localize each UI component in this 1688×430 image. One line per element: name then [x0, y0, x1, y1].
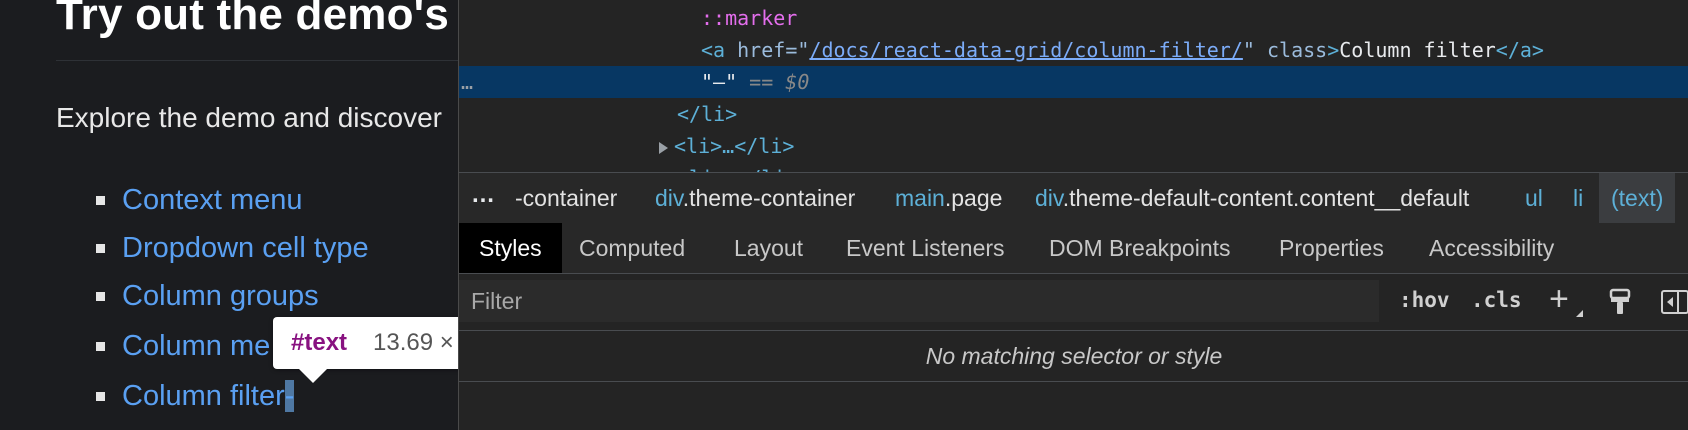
- tooltip-arrow: [299, 369, 327, 383]
- bullet: [96, 291, 105, 301]
- title-divider: [56, 60, 458, 61]
- console-reference: == $0: [749, 70, 810, 94]
- breadcrumb-item[interactable]: div.theme-container: [655, 185, 855, 212]
- sidebar-tabs: Styles Computed Layout Event Listeners D…: [459, 223, 1688, 274]
- rendering-emulation-icon[interactable]: [1609, 288, 1631, 316]
- tab-computed[interactable]: Computed: [579, 223, 685, 273]
- dom-node-selected-text[interactable]: … "–" == $0: [459, 66, 1688, 98]
- gutter-ellipsis[interactable]: …: [461, 66, 473, 98]
- anchor-text: Column filter: [1339, 38, 1496, 62]
- tab-event-listeners[interactable]: Event Listeners: [846, 223, 1005, 273]
- breadcrumb-item[interactable]: ul: [1525, 185, 1543, 212]
- breadcrumb-item[interactable]: li: [1573, 185, 1583, 212]
- dom-node-li-close[interactable]: </li>: [459, 98, 1688, 130]
- link-column-groups[interactable]: Column groups: [122, 276, 319, 316]
- breadcrumb-class: .theme-default-content.content__default: [1062, 185, 1470, 211]
- anchor-open-tag: <a: [701, 38, 726, 62]
- breadcrumb-tag: main: [895, 185, 945, 211]
- tab-styles[interactable]: Styles: [459, 223, 562, 273]
- expand-triangle-icon[interactable]: [659, 141, 668, 154]
- new-rule-menu-corner-icon: [1576, 310, 1583, 317]
- breadcrumb-item-active[interactable]: (text): [1599, 173, 1676, 223]
- breadcrumb-item[interactable]: main.page: [895, 185, 1002, 212]
- class-attr-name: class: [1266, 38, 1328, 62]
- breadcrumb-tag: li: [1573, 185, 1584, 211]
- bullet: [96, 341, 105, 351]
- text-node-value: "–": [701, 70, 738, 94]
- highlighted-text-node: -: [284, 380, 295, 412]
- link-context-menu[interactable]: Context menu: [122, 180, 303, 220]
- toggle-sidebar-icon[interactable]: [1661, 290, 1688, 314]
- dom-node-anchor[interactable]: <a href="/docs/react-data-grid/column-fi…: [459, 34, 1688, 66]
- bullet: [96, 243, 105, 253]
- tooltip-node-name: #text: [291, 329, 348, 356]
- li-collapsed-tag: <li>…</li>: [674, 134, 795, 158]
- styles-pane: No matching selector or style: [459, 331, 1688, 382]
- page-intro: Explore the demo and discover: [56, 102, 442, 133]
- empty-styles-message: No matching selector or style: [925, 343, 1223, 369]
- elements-tree: ::marker <a href="/docs/react-data-grid/…: [459, 0, 1688, 172]
- new-rule-icon[interactable]: +: [1549, 280, 1569, 319]
- link-column-filter[interactable]: Column filter-: [122, 376, 295, 416]
- tooltip-node-size: 13.69 ×: [373, 329, 454, 356]
- breadcrumb-item[interactable]: div.theme-default-content.content__defau…: [1035, 185, 1469, 212]
- href-attr-name: href: [737, 38, 786, 62]
- bullet: [96, 195, 105, 205]
- bullet: [96, 391, 105, 401]
- tab-accessibility[interactable]: Accessibility: [1429, 223, 1554, 273]
- href-attr-value[interactable]: /docs/react-data-grid/column-filter/: [809, 38, 1242, 62]
- breadcrumb-overflow-icon[interactable]: …: [471, 181, 495, 209]
- devtools-panel: ::marker <a href="/docs/react-data-grid/…: [458, 0, 1688, 430]
- styles-filter-input[interactable]: [459, 280, 1379, 322]
- li-partial-tag: <li>…</li>: [677, 162, 797, 172]
- link-column-menu[interactable]: Column me: [122, 326, 270, 366]
- tab-properties[interactable]: Properties: [1279, 223, 1384, 273]
- styles-toolbar: :hov .cls +: [459, 274, 1688, 331]
- breadcrumb-tag: div: [1035, 185, 1063, 211]
- anchor-close-tag: </a>: [1495, 38, 1544, 62]
- tab-dom-breakpoints[interactable]: DOM Breakpoints: [1049, 223, 1231, 273]
- page-title: Try out the demo's: [56, 0, 450, 39]
- dom-node-li-collapsed[interactable]: <li>…</li>: [459, 130, 1688, 162]
- breadcrumb-class: .theme-container: [682, 185, 856, 211]
- li-close-tag: </li>: [677, 102, 738, 126]
- breadcrumb-active-label: (text): [1611, 185, 1664, 211]
- breadcrumb-class: .page: [944, 185, 1003, 211]
- dom-node-li-partial[interactable]: <li>…</li>: [459, 162, 1688, 172]
- link-column-filter-label: Column filter: [122, 380, 285, 412]
- dom-node-marker[interactable]: ::marker: [459, 2, 1688, 34]
- link-dropdown-cell-type[interactable]: Dropdown cell type: [122, 228, 369, 268]
- class-toggle[interactable]: .cls: [1471, 288, 1522, 312]
- breadcrumb-tag: div: [655, 185, 683, 211]
- inspect-tooltip: #text 13.69 ×: [273, 317, 458, 369]
- documentation-page: Try out the demo's Explore the demo and …: [0, 0, 458, 430]
- pseudo-element-marker: ::marker: [701, 6, 798, 30]
- tab-layout[interactable]: Layout: [734, 223, 803, 273]
- breadcrumb-class: -container: [515, 185, 618, 211]
- breadcrumb: … -container div.theme-container main.pa…: [459, 172, 1688, 224]
- breadcrumb-item[interactable]: -container: [515, 185, 617, 212]
- breadcrumb-tag: ul: [1525, 185, 1543, 211]
- hover-state-toggle[interactable]: :hov: [1399, 288, 1450, 312]
